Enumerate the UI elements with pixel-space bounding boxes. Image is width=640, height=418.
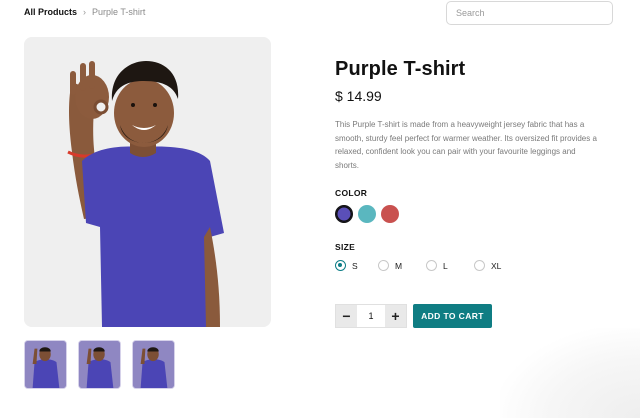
thumbnail-2[interactable] [78, 340, 121, 389]
thumbnail-list [24, 340, 175, 389]
product-photo [24, 37, 271, 327]
decrease-quantity-button[interactable]: − [336, 305, 357, 327]
size-option-s[interactable]: S [335, 260, 378, 271]
breadcrumb-current: Purple T-shirt [92, 7, 146, 17]
search-input[interactable] [446, 1, 613, 25]
size-option-xl[interactable]: XL [474, 260, 501, 271]
product-title: Purple T-shirt [335, 58, 466, 80]
size-label: SIZE [335, 242, 356, 252]
chevron-right-icon: › [83, 7, 87, 17]
radio-icon[interactable] [474, 260, 485, 271]
radio-icon[interactable] [378, 260, 389, 271]
size-option-l[interactable]: L [426, 260, 474, 271]
background-decoration [500, 328, 640, 418]
thumbnail-photo [79, 341, 120, 388]
color-swatch-purple[interactable] [335, 205, 353, 223]
size-option-label: S [352, 260, 358, 271]
product-description: This Purple T-shirt is made from a heavy… [335, 120, 597, 170]
color-label: COLOR [335, 188, 368, 198]
size-radio-group: S M L XL [335, 260, 501, 271]
thumbnail-1[interactable] [24, 340, 67, 389]
breadcrumb-all-products-link[interactable]: All Products [24, 7, 77, 17]
size-option-label: L [443, 260, 448, 271]
quantity-stepper: − 1 + [335, 304, 407, 328]
increase-quantity-button[interactable]: + [385, 305, 406, 327]
thumbnail-3[interactable] [132, 340, 175, 389]
color-swatch-teal[interactable] [358, 205, 376, 223]
size-option-label: XL [491, 260, 502, 271]
breadcrumb: All Products › Purple T-shirt [24, 7, 145, 17]
add-to-cart-button[interactable]: ADD TO CART [413, 304, 492, 328]
product-price: $ 14.99 [335, 88, 382, 104]
product-main-image [24, 37, 271, 327]
radio-icon[interactable] [426, 260, 437, 271]
radio-checked-icon[interactable] [335, 260, 346, 271]
quantity-value[interactable]: 1 [357, 305, 385, 327]
thumbnail-photo [25, 341, 66, 388]
color-swatch-group [335, 205, 399, 223]
size-option-m[interactable]: M [378, 260, 426, 271]
size-option-label: M [395, 260, 403, 271]
color-swatch-red[interactable] [381, 205, 399, 223]
thumbnail-photo [133, 341, 174, 388]
